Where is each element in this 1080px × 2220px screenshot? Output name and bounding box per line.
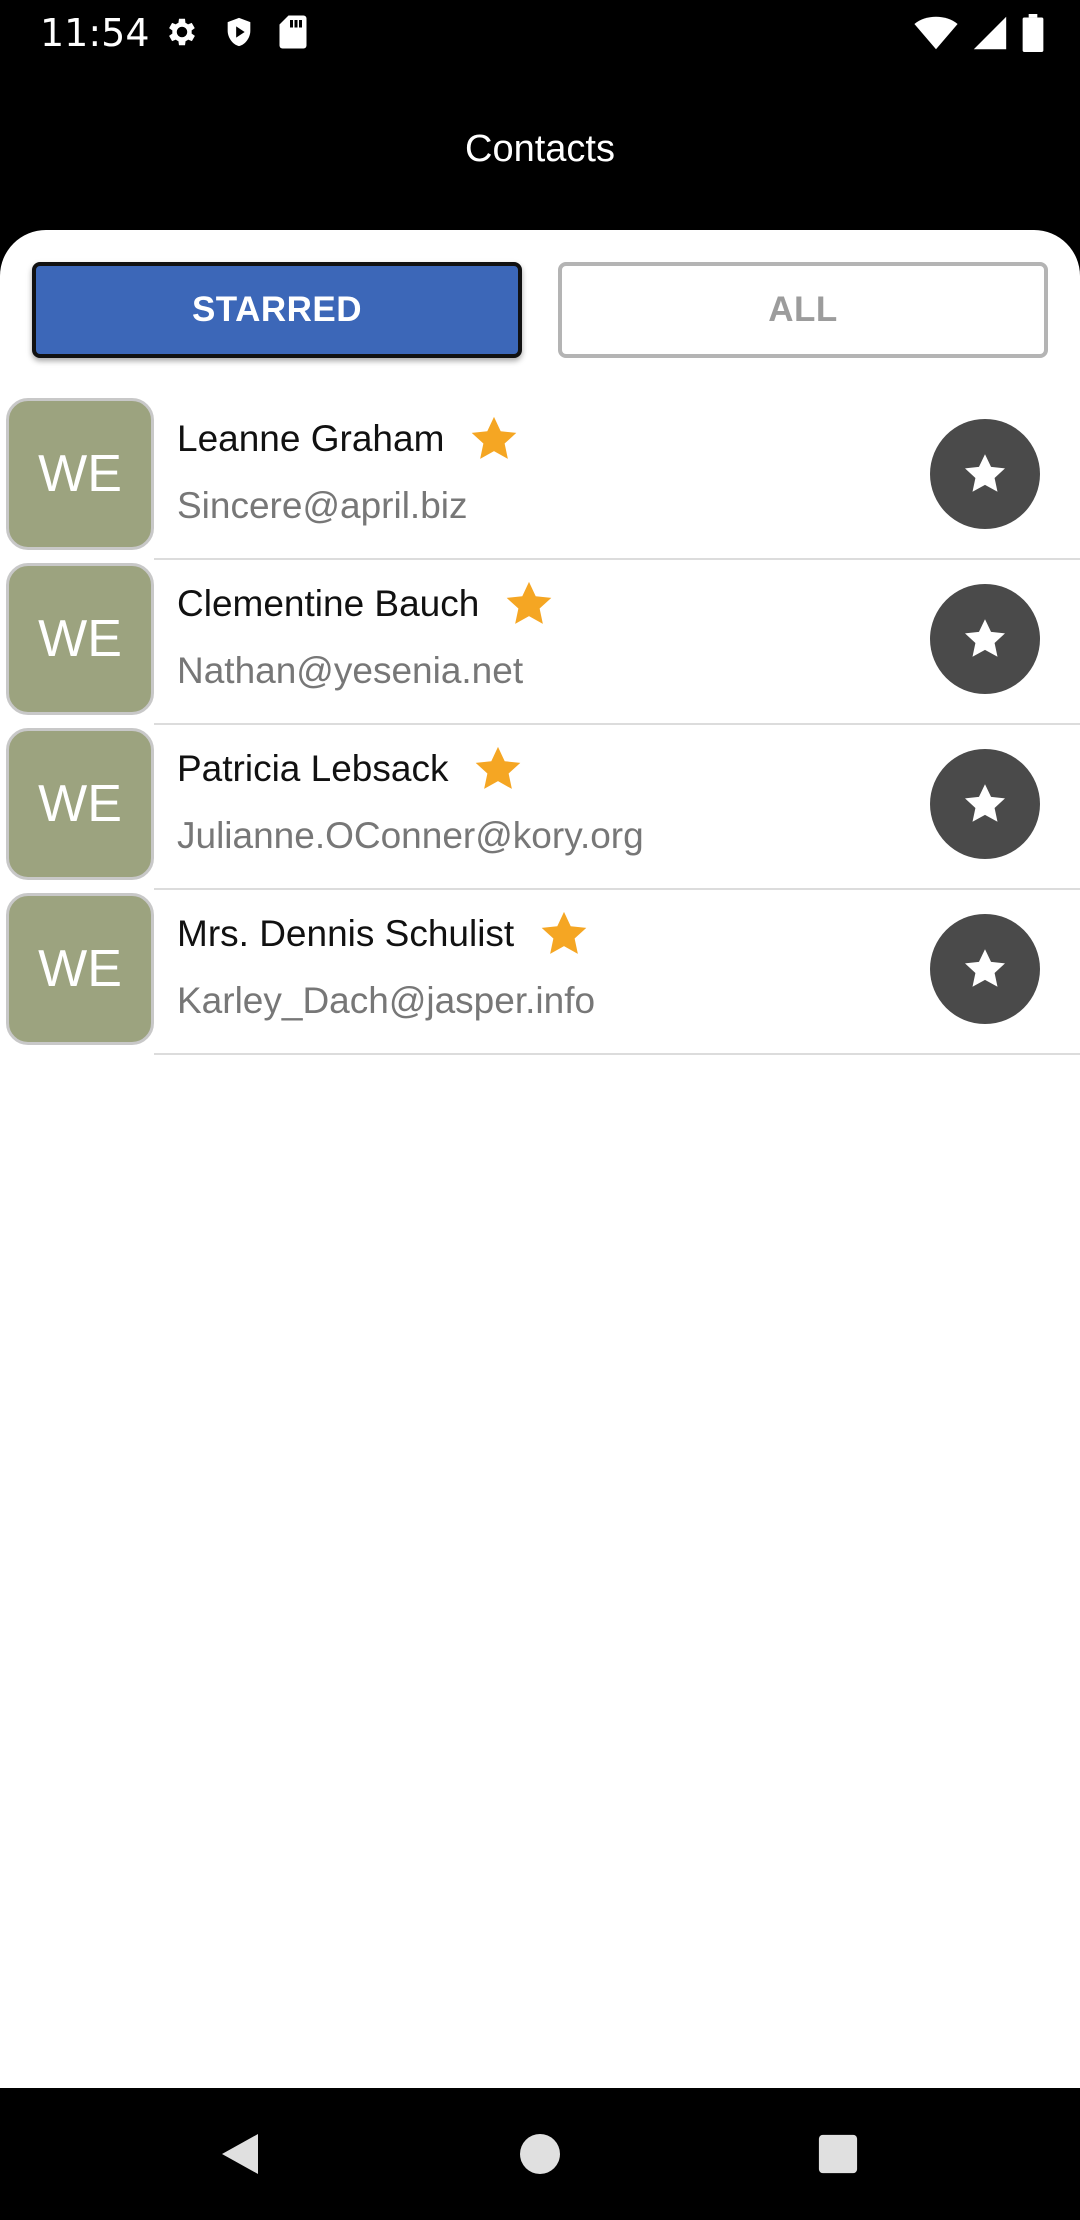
- list-item[interactable]: WE Leanne Graham Sincere@april.biz: [0, 395, 1080, 560]
- name-line: Clementine Bauch: [177, 576, 555, 632]
- star-toggle-button[interactable]: [930, 749, 1040, 859]
- status-right-icons: [914, 14, 1044, 57]
- contact-email: Nathan@yesenia.net: [177, 650, 524, 691]
- content-card: STARRED ALL WE Leanne Graham Sincere@apr…: [0, 230, 1080, 2088]
- list-item[interactable]: WE Mrs. Dennis Schulist Karley_Dach@jasp…: [0, 890, 1080, 1055]
- list-item[interactable]: WE Patricia Lebsack Julianne.OConner@kor…: [0, 725, 1080, 890]
- contact-email: Sincere@april.biz: [177, 485, 468, 526]
- back-icon: [222, 2134, 258, 2174]
- star-icon: [965, 619, 1005, 657]
- back-button[interactable]: [210, 2124, 270, 2184]
- name-line: Leanne Graham: [177, 411, 520, 467]
- recents-button[interactable]: [808, 2124, 868, 2184]
- name-line: Mrs. Dennis Schulist: [177, 906, 590, 962]
- avatar: WE: [6, 893, 154, 1045]
- list-item[interactable]: WE Clementine Bauch Nathan@yesenia.net: [0, 560, 1080, 725]
- contact-email: Karley_Dach@jasper.info: [177, 980, 596, 1021]
- shield-icon: [222, 14, 256, 55]
- avatar: WE: [6, 398, 154, 550]
- contact-list: WE Leanne Graham Sincere@april.biz WE Cl…: [0, 395, 1080, 1055]
- status-time: 11:54: [40, 11, 150, 55]
- avatar: WE: [6, 728, 154, 880]
- navigation-bar: [0, 2088, 1080, 2220]
- star-toggle-button[interactable]: [930, 419, 1040, 529]
- star-icon: [965, 949, 1005, 987]
- home-button[interactable]: [510, 2124, 570, 2184]
- filter-tabs: STARRED ALL: [32, 262, 1048, 362]
- star-toggle-button[interactable]: [930, 584, 1040, 694]
- tab-starred[interactable]: STARRED: [32, 262, 522, 358]
- divider: [154, 1053, 1080, 1055]
- gear-icon: [164, 14, 200, 55]
- tab-all[interactable]: ALL: [558, 262, 1048, 358]
- star-icon: [541, 911, 587, 954]
- battery-icon: [1022, 14, 1044, 57]
- sd-card-icon: [278, 14, 308, 55]
- recents-icon: [818, 2134, 858, 2174]
- wifi-icon: [914, 15, 958, 56]
- contact-email: Julianne.OConner@kory.org: [177, 815, 644, 856]
- star-icon: [476, 746, 521, 789]
- status-bar: 11:54: [0, 0, 1080, 66]
- contact-name: Leanne Graham: [177, 418, 445, 459]
- name-line: Patricia Lebsack: [177, 741, 524, 797]
- signal-icon: [972, 15, 1008, 56]
- app-bar: Contacts: [0, 66, 1080, 230]
- star-icon: [507, 581, 552, 624]
- avatar: WE: [6, 563, 154, 715]
- star-icon: [965, 454, 1005, 492]
- home-icon: [520, 2134, 560, 2174]
- page-title: Contacts: [465, 128, 615, 170]
- status-left-icons: [164, 14, 308, 55]
- contact-name: Mrs. Dennis Schulist: [177, 913, 515, 954]
- star-toggle-button[interactable]: [930, 914, 1040, 1024]
- screen: 11:54 Contacts STARRED ALL WE Leanne Gra…: [0, 0, 1080, 2220]
- star-icon: [965, 784, 1005, 822]
- contact-name: Clementine Bauch: [177, 583, 480, 624]
- star-icon: [472, 416, 517, 459]
- contact-name: Patricia Lebsack: [177, 748, 449, 789]
